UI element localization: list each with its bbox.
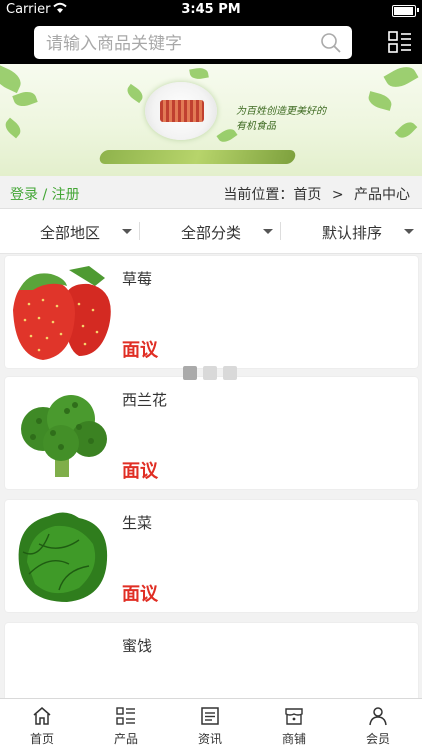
breadcrumb-separator: > (331, 187, 344, 203)
leaf-decoration (394, 118, 418, 142)
product-name: 蜜饯 (122, 637, 153, 655)
page-dot[interactable] (203, 366, 217, 380)
category-menu-icon[interactable] (388, 30, 412, 54)
product-price: 面议 (122, 340, 158, 361)
tab-shop[interactable]: 商铺 (252, 699, 336, 751)
lettuce-image (9, 504, 115, 610)
banner-pagination (183, 366, 243, 380)
filter-bar: 全部地区 全部分类 默认排序 (0, 209, 422, 254)
leaf-decoration (2, 117, 24, 139)
login-register-link[interactable]: 登录 / 注册 (10, 184, 80, 204)
product-card[interactable]: 草莓 面议 (5, 256, 418, 368)
product-price: 面议 (122, 584, 158, 605)
tab-home[interactable]: 首页 (0, 699, 84, 751)
bottom-tab-bar: 首页 产品 资讯 商铺 会员 (0, 698, 422, 751)
breadcrumb: 当前位置：首页 > 产品中心 (223, 184, 410, 204)
tab-member[interactable]: 会员 (336, 699, 420, 751)
product-name: 生菜 (122, 514, 153, 532)
caret-down-icon (122, 229, 132, 234)
product-name: 草莓 (122, 270, 153, 288)
filter-sort[interactable]: 默认排序 (282, 209, 422, 253)
battery-tip (417, 8, 419, 12)
page-dot[interactable] (183, 366, 197, 380)
ribbon-decoration (98, 150, 297, 164)
search-icon[interactable] (320, 32, 342, 54)
home-icon (33, 707, 51, 725)
leaf-decoration (216, 125, 238, 146)
tab-label: 首页 (29, 732, 54, 746)
strawberry-image (9, 260, 115, 366)
news-icon (201, 707, 219, 725)
search-box[interactable] (34, 26, 352, 61)
breadcrumb-prefix: 当前位置： (223, 187, 294, 203)
banner-slogan: 为百姓创造更美好的 有机食品 (236, 104, 326, 134)
product-card[interactable]: 生菜 面议 (5, 500, 418, 612)
leaf-decoration (0, 64, 25, 94)
tab-label: 资讯 (197, 732, 222, 746)
leaf-decoration (366, 91, 394, 111)
broccoli-image (9, 381, 115, 487)
tab-label: 产品 (113, 732, 138, 746)
tab-news[interactable]: 资讯 (168, 699, 252, 751)
top-header (0, 20, 422, 64)
tab-product[interactable]: 产品 (84, 699, 168, 751)
breadcrumb-bar: 登录 / 注册 当前位置：首页 > 产品中心 (0, 176, 422, 209)
divider (280, 222, 281, 240)
leaf-decoration (189, 66, 209, 81)
tab-label: 商铺 (281, 732, 306, 746)
promo-banner[interactable]: 为百姓创造更美好的 有机食品 (0, 64, 422, 176)
leaf-decoration (383, 64, 419, 93)
product-price: 面议 (122, 461, 158, 482)
search-input[interactable] (44, 26, 318, 61)
banner-slogan-line1: 为百姓创造更美好的 (236, 106, 326, 117)
banner-slogan-line2: 有机食品 (236, 121, 276, 132)
breadcrumb-current: 产品中心 (354, 187, 410, 203)
product-name: 西兰花 (122, 391, 168, 409)
product-card[interactable]: 西兰花 面议 (5, 377, 418, 489)
product-icon (116, 707, 135, 725)
breadcrumb-home[interactable]: 首页 (293, 187, 321, 203)
filter-sort-label: 默认排序 (322, 224, 383, 242)
page-dot[interactable] (223, 366, 237, 380)
caret-down-icon (263, 229, 273, 234)
status-bar: Carrier 3:45 PM (0, 0, 422, 20)
clock: 3:45 PM (181, 2, 241, 17)
filter-category[interactable]: 全部分类 (141, 209, 281, 253)
filter-category-label: 全部分类 (181, 224, 242, 242)
member-icon (369, 707, 387, 726)
filter-region[interactable]: 全部地区 (0, 209, 140, 253)
meat-dish-image (160, 100, 204, 122)
filter-region-label: 全部地区 (40, 224, 101, 242)
shop-icon (285, 708, 303, 725)
divider (139, 222, 140, 240)
leaf-decoration (124, 83, 146, 104)
tab-label: 会员 (365, 732, 390, 746)
caret-down-icon (404, 229, 414, 234)
battery-icon (392, 5, 416, 17)
